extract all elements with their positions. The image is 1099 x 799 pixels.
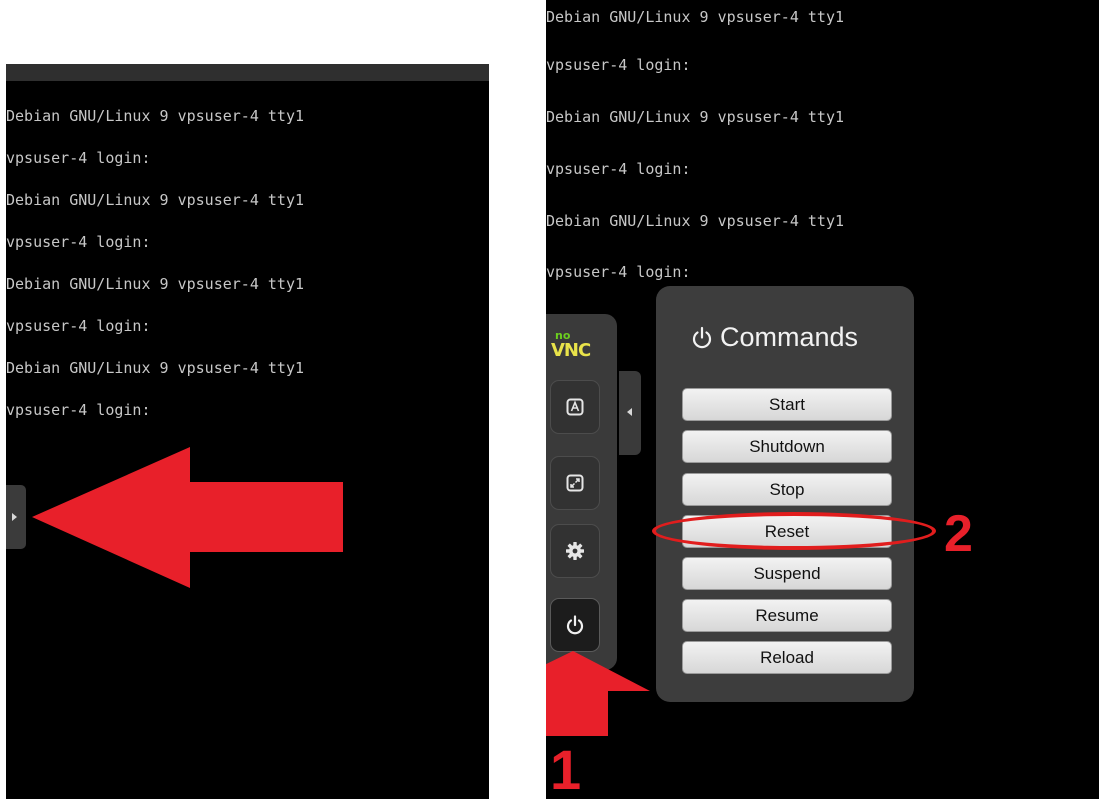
red-arrow-left-icon [32,447,343,588]
screenshot-page: Debian GNU/Linux 9 vpsuser-4 tty1 vpsuse… [0,0,1099,799]
right-vnc-screen: Debian GNU/Linux 9 vpsuser-4 tty1 vpsuse… [546,0,1099,799]
annotation-overlay-right [546,651,650,736]
red-arrow-up-icon [546,651,650,736]
